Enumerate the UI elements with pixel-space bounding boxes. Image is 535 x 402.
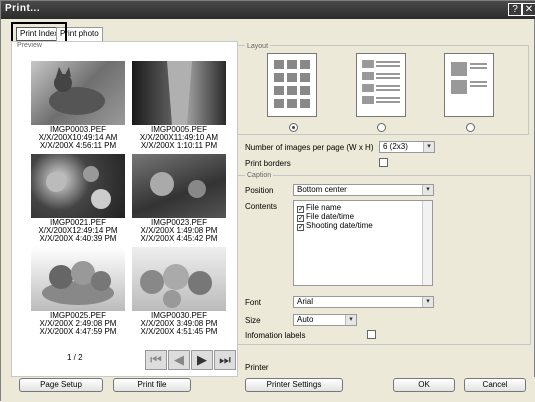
title-bar: Print... ? ✕ [1,1,535,19]
thumbnail-flowers[interactable] [31,154,125,218]
cancel-button[interactable]: Cancel [464,378,526,392]
page-indicator: 1 / 2 [67,353,83,362]
chevron-down-icon: ▾ [422,185,433,195]
thumbnail-caption: IMGP0023.PEF X/X/200X 1:49:08 PM X/X/200X … [140,218,218,243]
print-file-button[interactable]: Print file [113,378,191,392]
prev-page-button[interactable]: ◀ [168,350,190,370]
page-setup-button[interactable]: Page Setup [19,378,103,392]
font-label: Font [245,298,262,307]
thumbnail-caption: IMGP0005.PEF X/X/200X11:49:10 AM X/X/200X … [139,125,219,150]
thumbnail-flower-bed[interactable] [132,154,226,218]
size-label: Size [245,316,261,325]
chevron-down-icon: ▾ [345,315,356,325]
layout-group-label: Layout [245,43,271,50]
information-labels-checkbox[interactable] [367,330,376,339]
images-per-page-label: Number of images per page (W x H) [245,143,374,152]
print-borders-checkbox[interactable] [379,158,388,167]
layout-large-radio[interactable] [466,123,475,132]
printer-label: Printer [245,363,269,372]
chevron-down-icon: ▾ [423,142,434,152]
layout-grid-radio[interactable] [289,123,298,132]
thumbnail-alley[interactable] [132,61,226,125]
layout-grid-icon[interactable] [267,53,317,117]
information-labels-label: Infomation labels [245,331,306,340]
thumbnail-cat[interactable] [31,61,125,125]
images-per-page-select[interactable]: 6 (2x3) ▾ [379,141,435,153]
first-page-button[interactable]: ⏮ [145,350,167,370]
ok-button[interactable]: OK [393,378,455,392]
window-title: Print... [5,3,41,14]
size-select[interactable]: Auto ▾ [293,314,357,326]
thumbnail-caption: IMGP0030.PEF X/X/200X 3:49:08 PM X/X/200X … [140,311,218,336]
contents-list[interactable]: ✓ File name ✓ File date/time ✓ Shooting dat… [293,200,433,286]
next-page-button[interactable]: ▶ [191,350,213,370]
font-select[interactable]: Arial ▾ [293,296,434,308]
last-page-button[interactable]: ⏭ [214,350,236,370]
layout-list-radio[interactable] [377,123,386,132]
layout-large-icon[interactable] [444,53,494,117]
help-button[interactable]: ? [508,3,522,16]
position-label: Position [245,186,274,195]
layout-list-icon[interactable] [356,53,406,117]
contents-label: Contents [245,202,278,211]
printer-settings-button[interactable]: Printer Settings [245,378,343,392]
close-button[interactable]: ✕ [522,3,535,16]
caption-group-label: Caption [245,172,274,179]
contents-scrollbar[interactable] [422,201,432,285]
thumbnail-fruit-basket[interactable] [31,247,125,311]
chevron-down-icon: ▾ [422,297,433,307]
position-select[interactable]: Bottom center ▾ [293,184,434,196]
check-icon: ✓ [297,224,304,231]
print-dialog: Print... ? ✕ Print Index Print photo Pre… [0,0,535,402]
preview-group-label: Preview [15,42,44,49]
contents-item-shooting-date[interactable]: ✓ Shooting date/time [297,221,373,231]
thumbnail-fruits[interactable] [132,247,226,311]
print-borders-label: Print borders [245,159,291,168]
